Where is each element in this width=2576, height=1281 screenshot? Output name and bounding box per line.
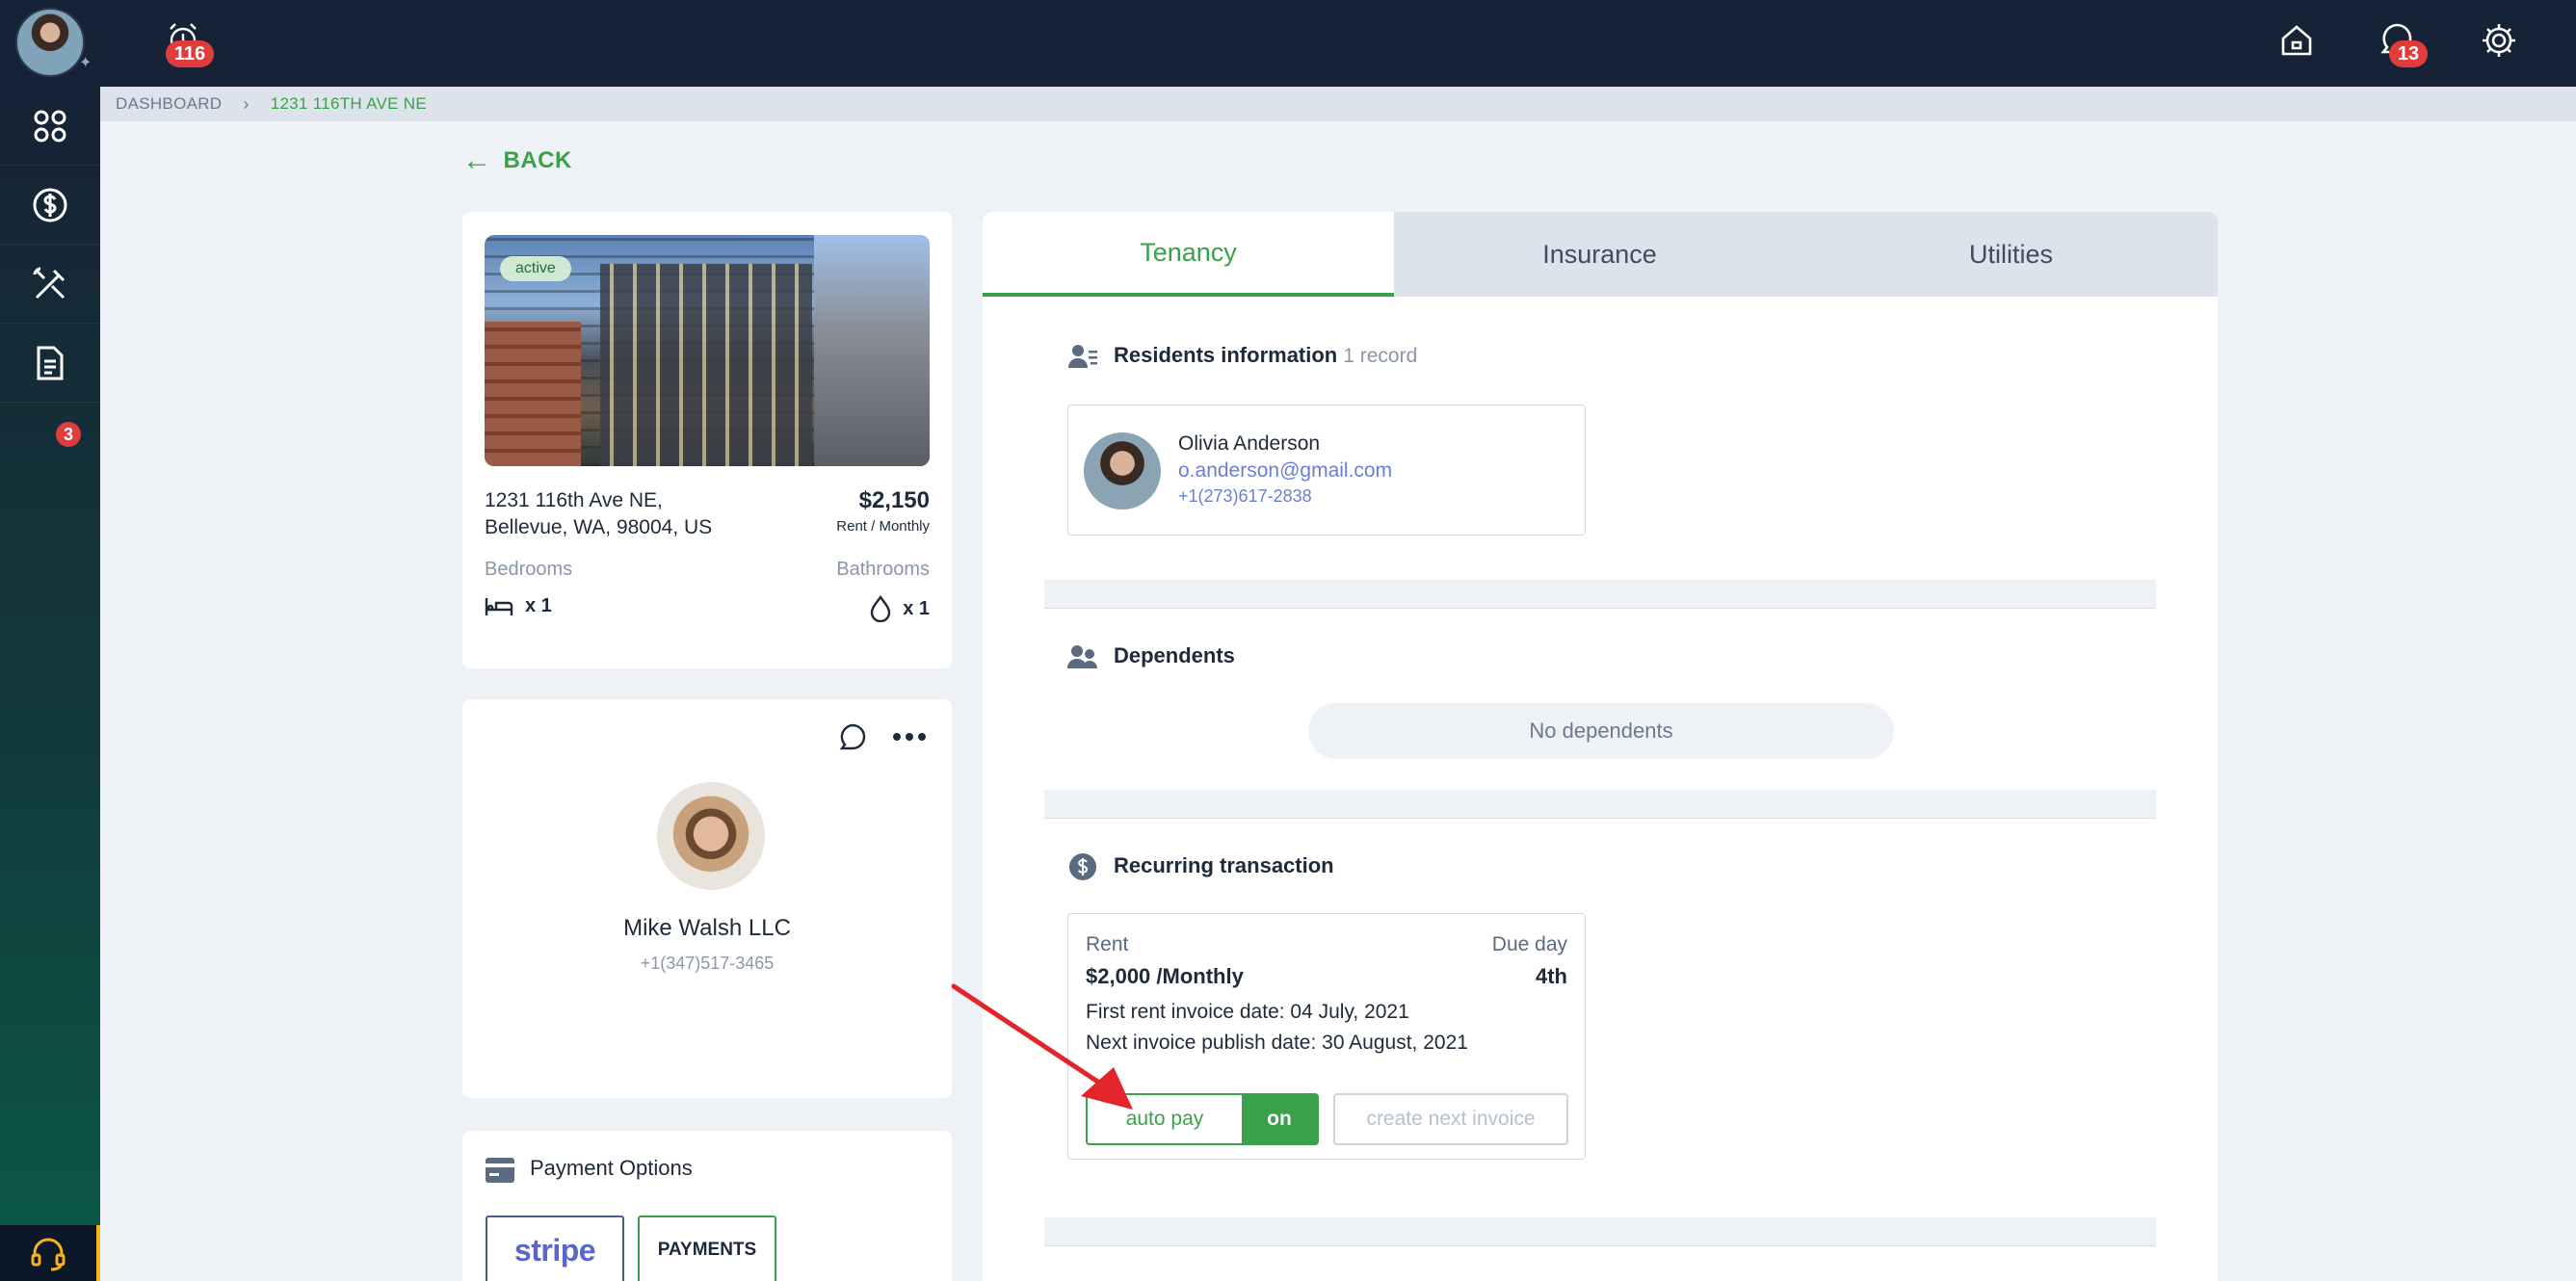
rent-label: Rent — [1086, 933, 1129, 955]
resident-avatar — [1084, 432, 1161, 510]
payment-options-title: Payment Options — [530, 1156, 693, 1180]
section-divider — [1044, 790, 2156, 819]
property-price: $2,150 Rent / Monthly — [836, 487, 930, 535]
sidebar-item-maintenance[interactable] — [0, 245, 100, 324]
payment-options-card: Payment Options stripe PAYMENTS — [462, 1131, 952, 1281]
residents-icon — [1068, 345, 1097, 368]
chevron-right-icon: › — [243, 93, 250, 114]
sidebar-item-dashboard[interactable] — [0, 87, 100, 166]
notifications-badge: 13 — [2389, 40, 2428, 67]
owner-phone[interactable]: +1(347)517-3465 — [462, 954, 952, 974]
drop-icon — [870, 595, 891, 622]
due-day-label: Due day — [1491, 933, 1567, 955]
payments-logo: PAYMENTS — [657, 1240, 757, 1260]
property-photo: active — [485, 235, 930, 466]
sidebar-item-documents[interactable] — [0, 324, 100, 403]
bathrooms-value: x 1 — [903, 597, 930, 619]
auto-pay-state: on — [1242, 1095, 1317, 1143]
tab-tenancy[interactable]: Tenancy — [983, 212, 1394, 297]
resident-name: Olivia Anderson — [1178, 432, 1321, 455]
residents-title-text: Residents information — [1114, 343, 1338, 367]
dollar-icon — [33, 188, 67, 222]
residents-title: Residents information 1 record — [1114, 343, 1417, 368]
annotation-arrow — [951, 983, 1133, 1110]
bedrooms-value: x 1 — [525, 595, 552, 616]
grid-icon — [34, 110, 66, 142]
home-icon[interactable] — [2275, 19, 2318, 62]
tab-bar: Tenancy Insurance Utilities — [983, 212, 2218, 297]
dollar-circle-icon — [1069, 853, 1096, 880]
resident-email[interactable]: o.anderson@gmail.com — [1178, 459, 1392, 483]
sidebar: 3 — [0, 87, 100, 1281]
support-button[interactable] — [0, 1225, 100, 1281]
property-address: 1231 116th Ave NE, Bellevue, WA, 98004, … — [485, 487, 712, 541]
breadcrumb-current: 1231 116TH AVE NE — [270, 94, 427, 113]
address-line-2: Bellevue, WA, 98004, US — [485, 516, 713, 538]
more-icon[interactable] — [892, 732, 927, 742]
status-badge: active — [500, 256, 571, 281]
document-icon — [37, 346, 64, 379]
residents-count: 1 record — [1343, 345, 1418, 367]
tab-utilities[interactable]: Utilities — [1805, 212, 2217, 297]
create-next-invoice-button[interactable]: create next invoice — [1333, 1093, 1568, 1145]
dependents-title: Dependents — [1114, 643, 1235, 667]
dwolla-option[interactable]: PAYMENTS — [638, 1216, 776, 1281]
section-divider — [1044, 580, 2156, 609]
bathrooms-spec: x 1 — [870, 595, 930, 622]
owner-name: Mike Walsh LLC — [623, 915, 791, 941]
documents-badge: 3 — [56, 422, 81, 447]
bedrooms-label: Bedrooms — [485, 559, 573, 580]
stripe-option[interactable]: stripe — [486, 1216, 624, 1281]
back-button[interactable]: ← BACK — [462, 146, 572, 175]
due-day-value: 4th — [1536, 964, 1567, 988]
tools-icon — [33, 267, 66, 299]
bed-icon — [485, 597, 513, 615]
property-card: active 1231 116th Ave NE, Bellevue, WA, … — [462, 212, 952, 668]
resident-phone[interactable]: +1(273)617-2838 — [1178, 486, 1312, 507]
tab-insurance[interactable]: Insurance — [1394, 212, 1805, 297]
back-label: BACK — [503, 147, 572, 173]
price-value: $2,150 — [858, 487, 930, 513]
top-bar: ✦ 116 13 — [0, 0, 2576, 87]
address-line-1: 1231 116th Ave NE, — [485, 489, 663, 511]
sidebar-item-payments[interactable] — [0, 166, 100, 245]
stripe-logo: stripe — [513, 1232, 596, 1268]
bathrooms-label: Bathrooms — [836, 559, 930, 580]
arrow-left-icon: ← — [462, 144, 492, 176]
bedrooms-spec: x 1 — [485, 595, 552, 617]
headset-icon — [31, 1238, 66, 1271]
recurring-title: Recurring transaction — [1114, 853, 1334, 877]
credit-card-icon — [486, 1158, 514, 1183]
price-period: Rent / Monthly — [836, 518, 930, 535]
no-dependents-message: No dependents — [1308, 703, 1894, 759]
dependents-icon — [1067, 645, 1097, 668]
chat-icon[interactable] — [838, 722, 867, 751]
gear-icon[interactable] — [2478, 19, 2520, 62]
breadcrumb: DASHBOARD › 1231 116TH AVE NE — [100, 87, 2576, 121]
alarm-badge: 116 — [166, 40, 214, 67]
pin-icon: ✦ — [79, 55, 92, 71]
user-avatar[interactable] — [15, 8, 85, 77]
resident-card[interactable]: Olivia Anderson o.anderson@gmail.com +1(… — [1067, 405, 1586, 536]
section-divider — [1044, 1217, 2156, 1246]
owner-avatar — [657, 782, 765, 890]
breadcrumb-dashboard[interactable]: DASHBOARD — [116, 94, 222, 114]
owner-card: Mike Walsh LLC +1(347)517-3465 — [462, 699, 952, 1098]
